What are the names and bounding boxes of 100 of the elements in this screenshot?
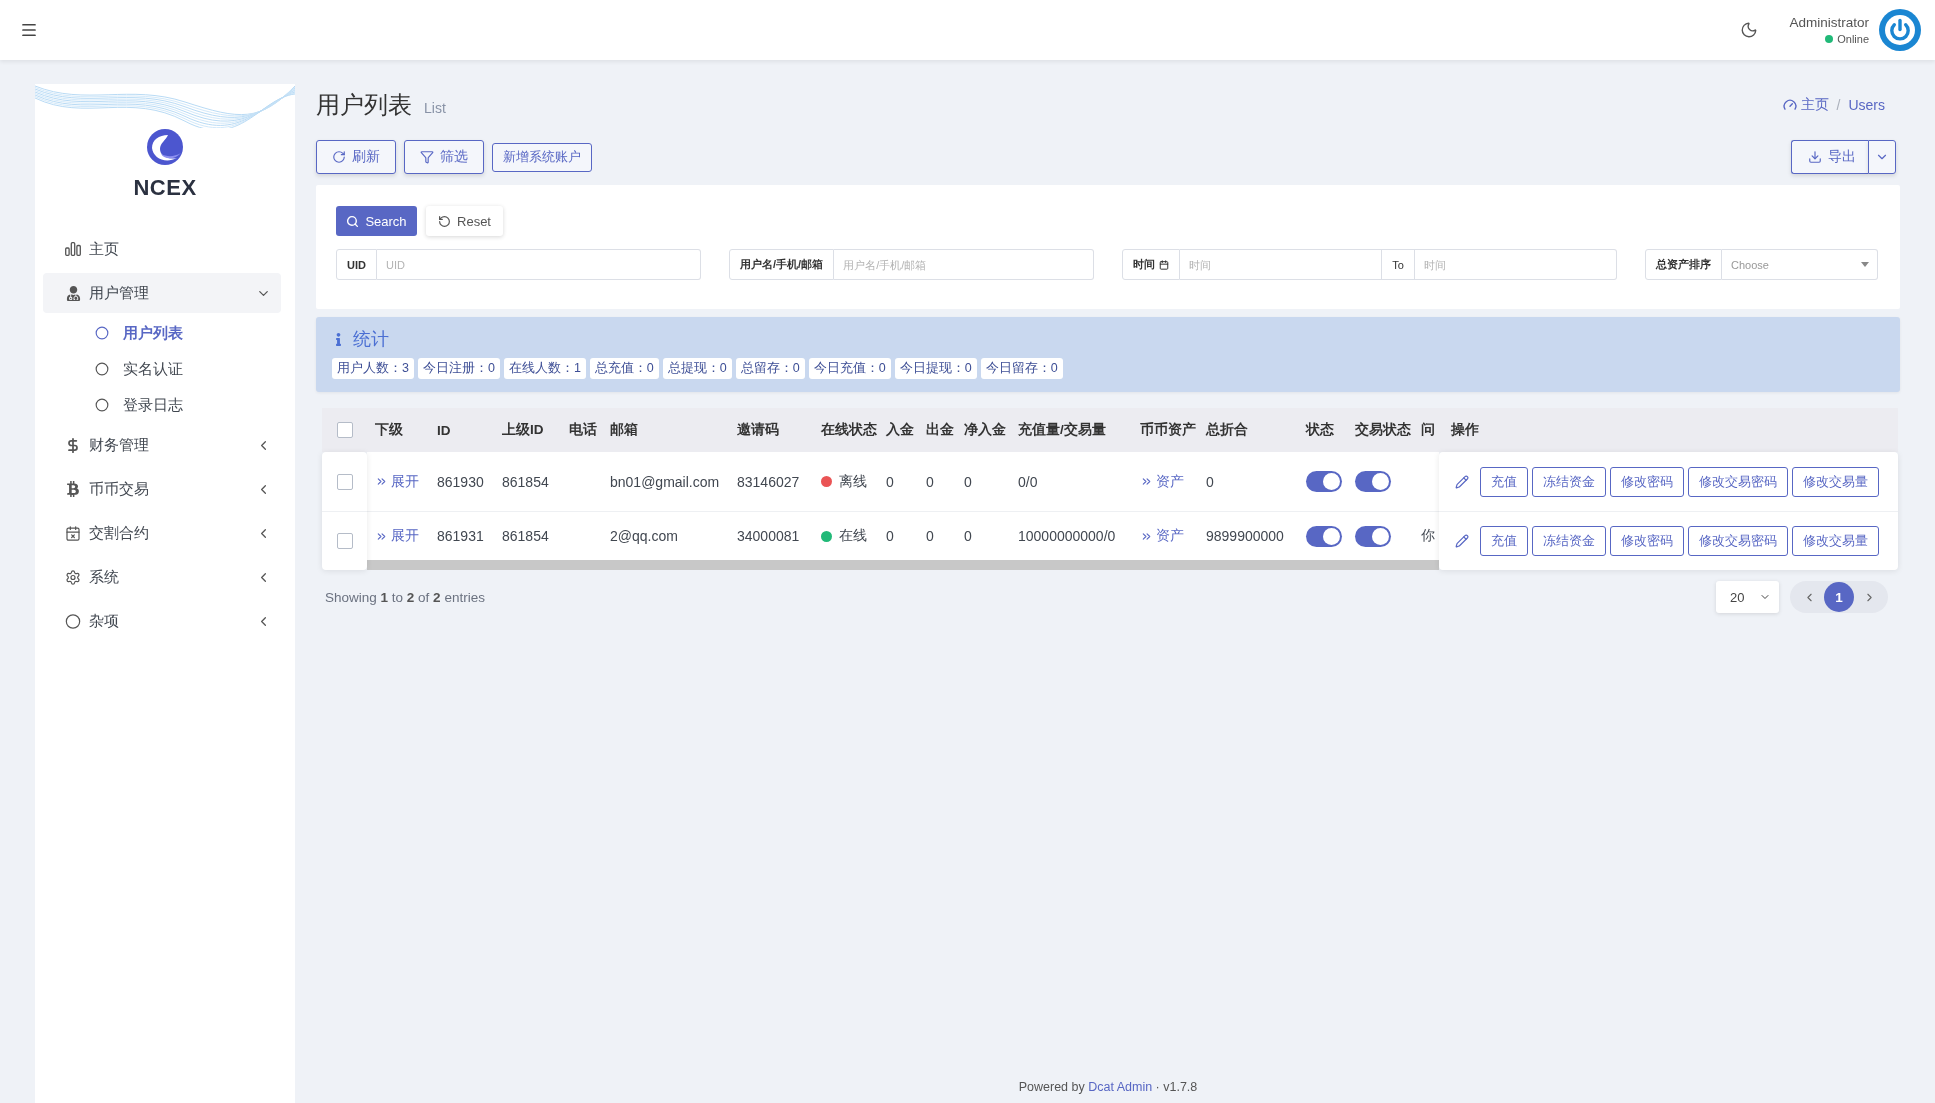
table-cell: 0 [886, 528, 894, 544]
search-button[interactable]: Search [336, 206, 417, 236]
field-label: 时间 [1133, 257, 1155, 272]
entries-summary: Showing 1 to 2 of 2 entries [325, 589, 485, 605]
menu-icon[interactable] [20, 21, 38, 39]
power-icon[interactable] [1879, 9, 1921, 51]
submenu-item[interactable]: 实名认证 [43, 351, 281, 387]
stat-badge: 用户人数：3 [332, 358, 414, 379]
column-header: 出金 [926, 421, 954, 439]
input-field[interactable]: 用户名/手机/邮箱 [834, 249, 1094, 280]
create-button[interactable]: 新增系统账户 [492, 142, 592, 172]
toggle-switch[interactable] [1306, 471, 1342, 492]
action-button[interactable]: 充值 [1480, 526, 1528, 556]
table-cell: 0 [1206, 473, 1214, 490]
stat-badge: 今日提现：0 [894, 358, 977, 379]
column-header: ID [437, 422, 451, 438]
checkbox[interactable] [336, 473, 353, 490]
edit-icon[interactable] [1455, 474, 1469, 489]
settings-icon [65, 568, 81, 586]
submenu-item[interactable]: 用户列表 [43, 315, 281, 351]
filter-button[interactable]: 筛选 [404, 140, 484, 174]
checkbox[interactable] [336, 533, 353, 549]
calendar-x-icon [65, 524, 81, 542]
table-cell: 9899900000 [1206, 528, 1284, 544]
caret-down-icon [1861, 262, 1869, 267]
column-header: 币币资产 [1140, 421, 1196, 439]
menu-item[interactable]: 用户管理 [43, 273, 281, 313]
stat-badge: 总提现：0 [662, 358, 732, 379]
bar-chart-icon [65, 242, 81, 256]
input-field[interactable]: 时间 [1414, 249, 1617, 280]
action-button[interactable]: 充值 [1480, 466, 1528, 497]
circle-icon [95, 398, 109, 412]
breadcrumb-link[interactable]: Users [1848, 97, 1885, 113]
circle-icon [65, 612, 81, 630]
column-header: 操作 [1451, 421, 1479, 439]
moon-icon[interactable] [1740, 21, 1759, 39]
stat-badge: 今日充值：0 [808, 358, 891, 379]
stat-badge: 在线人数：1 [503, 358, 586, 379]
per-page-select[interactable]: 20 [1716, 581, 1779, 613]
column-header: 邀请码 [737, 421, 779, 439]
breadcrumb-separator: / [1836, 97, 1841, 113]
menu-item[interactable]: 主页 [43, 229, 281, 269]
column-header: 上级ID [502, 421, 544, 439]
action-button[interactable]: 修改交易量 [1792, 466, 1879, 497]
user-status: Online [1837, 33, 1869, 45]
horizontal-scrollbar[interactable] [367, 560, 1439, 570]
breadcrumb-link[interactable]: 主页 [1782, 96, 1829, 114]
menu-item[interactable]: 交割合约 [43, 513, 281, 553]
toggle-switch[interactable] [1355, 471, 1391, 492]
expand-link[interactable]: 展开 [375, 527, 419, 545]
logo-icon [147, 129, 183, 165]
table-cell: 861854 [502, 528, 549, 544]
user-name: Administrator [1789, 15, 1869, 30]
table-cell: 0 [886, 473, 894, 490]
toggle-switch[interactable] [1306, 525, 1342, 547]
input-field[interactable]: UID [376, 249, 701, 280]
table-cell: 861854 [502, 473, 549, 490]
page-title: 用户列表 [316, 90, 412, 120]
footer-link[interactable]: Dcat Admin [1088, 1080, 1153, 1094]
action-button[interactable]: 修改交易密码 [1688, 466, 1788, 497]
expand-link[interactable]: 展开 [375, 472, 419, 491]
action-button[interactable]: 修改交易密码 [1688, 526, 1788, 556]
export-menu-button[interactable] [1868, 140, 1896, 174]
action-button[interactable]: 修改交易量 [1792, 526, 1879, 556]
reset-button[interactable]: Reset [426, 206, 503, 236]
stats-title: 统计 [353, 328, 389, 351]
input-field[interactable]: 时间 [1180, 249, 1383, 280]
toggle-switch[interactable] [1355, 525, 1391, 547]
assets-link[interactable]: 资产 [1140, 527, 1184, 545]
column-header: 在线状态 [821, 421, 877, 439]
column-header: 状态 [1306, 421, 1334, 439]
stat-badge: 总留存：0 [735, 358, 805, 379]
menu-item[interactable]: 系统 [43, 557, 281, 597]
table-cell: 861931 [437, 528, 484, 544]
table-cell: 0 [964, 473, 972, 490]
column-header: 下级 [375, 421, 403, 439]
refresh-button[interactable]: 刷新 [316, 140, 396, 174]
menu-item[interactable]: 财务管理 [43, 425, 281, 465]
assets-link[interactable]: 资产 [1140, 472, 1184, 491]
export-button[interactable]: 导出 [1791, 140, 1868, 174]
edit-icon[interactable] [1455, 534, 1469, 548]
footer-text: Powered by Dcat Admin · v1.7.8 [1018, 1080, 1198, 1094]
table-cell: 0 [964, 528, 972, 544]
user-icon [65, 285, 81, 301]
field-label: UID [347, 258, 366, 271]
circle-icon [95, 362, 109, 376]
circle-icon [95, 326, 109, 340]
submenu-item[interactable]: 登录日志 [43, 387, 281, 423]
column-header: 充值量/交易量 [1018, 421, 1106, 439]
action-button[interactable]: 冻结资金 [1532, 526, 1606, 556]
action-button[interactable]: 修改密码 [1610, 466, 1684, 497]
select-field[interactable]: Choose [1722, 249, 1878, 280]
menu-item[interactable]: 杂项 [43, 601, 281, 641]
field-label: 用户名/手机/邮箱 [740, 257, 824, 272]
menu-item[interactable]: 币币交易 [43, 469, 281, 509]
page-button[interactable]: 1 [1824, 582, 1854, 612]
action-button[interactable]: 冻结资金 [1532, 466, 1606, 497]
checkbox[interactable] [336, 422, 353, 438]
refresh-icon [332, 150, 346, 164]
action-button[interactable]: 修改密码 [1610, 526, 1684, 556]
